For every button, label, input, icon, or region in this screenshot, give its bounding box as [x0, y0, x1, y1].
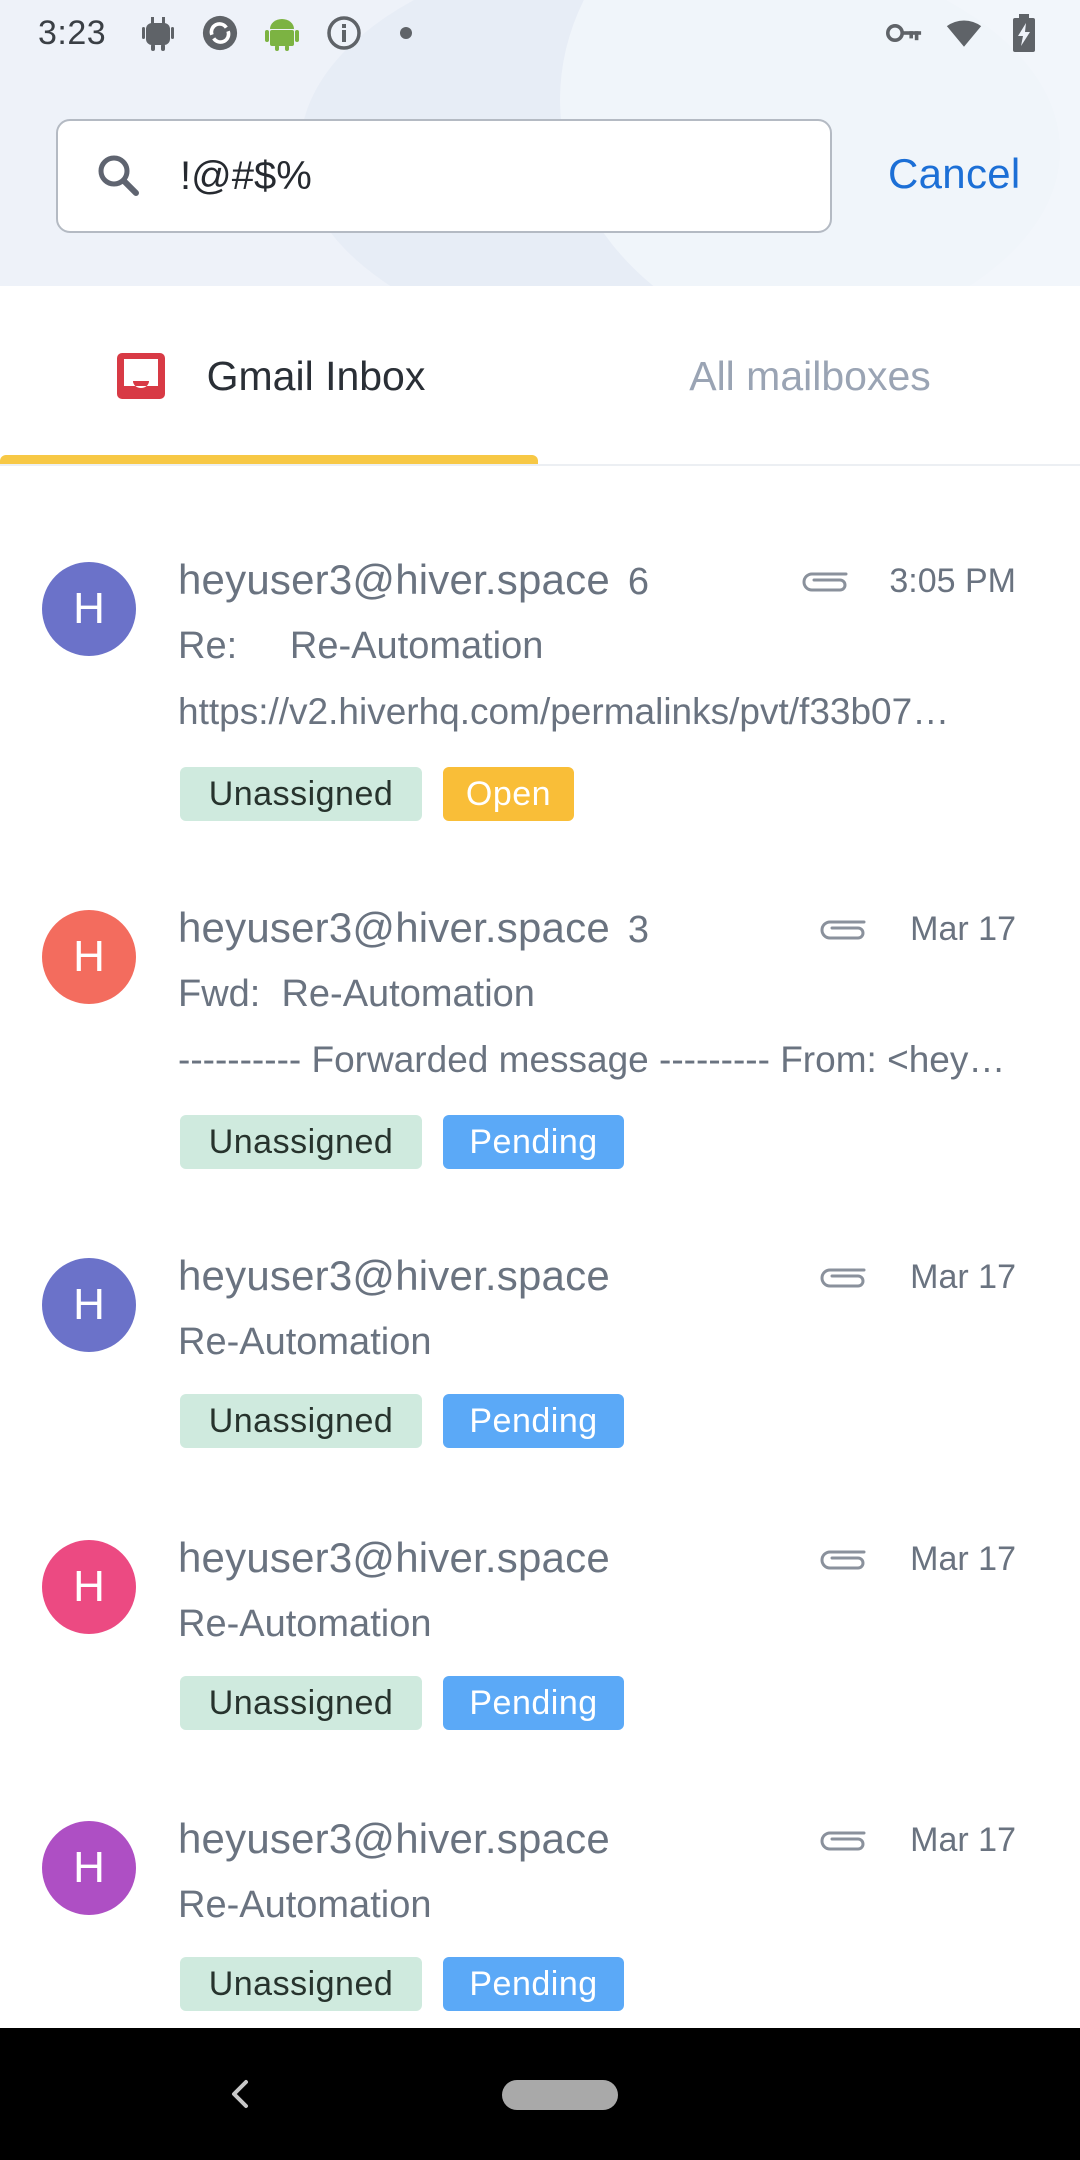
assignee-tag: Unassigned — [180, 1676, 422, 1730]
email-subject: Re: Re-Automation — [178, 625, 544, 667]
assignee-tag: Unassigned — [180, 1115, 422, 1169]
avatar-letter: H — [73, 1562, 105, 1611]
avatar-letter: H — [73, 932, 105, 981]
sender: heyuser3@hiver.space — [178, 1815, 610, 1863]
vpn-key-icon — [886, 15, 922, 51]
header: 3:23 !@#$% Cancel — [0, 0, 1080, 286]
home-button[interactable] — [502, 2080, 618, 2110]
thread-count: 6 — [627, 561, 650, 603]
status-tag: Pending — [443, 1957, 624, 2011]
status-right-icons — [886, 14, 1042, 52]
email-subject: Fwd: Re-Automation — [178, 973, 535, 1015]
search-icon — [98, 155, 139, 196]
email-list: H heyuser3@hiver.space 6 3:05 PM Re: Re-A… — [0, 468, 1080, 2011]
tab-all-mailboxes-label: All mailboxes — [689, 352, 931, 399]
avatar: H — [42, 562, 136, 656]
sync-icon — [202, 15, 238, 51]
avatar: H — [42, 1258, 136, 1352]
sender-email: heyuser3@hiver.space — [178, 1252, 610, 1299]
search-box[interactable] — [56, 119, 832, 233]
status-left-icons — [140, 15, 424, 51]
wifi-icon — [946, 15, 982, 51]
status-tag: Open — [443, 767, 574, 821]
sender-email: heyuser3@hiver.space — [178, 1815, 610, 1862]
android-debug-icon — [140, 15, 176, 51]
status-tag: Pending — [443, 1115, 624, 1169]
avatar-letter: H — [73, 1843, 105, 1892]
sender-email: heyuser3@hiver.space — [178, 904, 610, 951]
tab-all-mailboxes[interactable]: All mailboxes — [540, 286, 1080, 466]
email-date: Mar 17 — [910, 1821, 1016, 1859]
sender-email: heyuser3@hiver.space — [178, 1534, 610, 1581]
attachment-icon — [802, 572, 848, 592]
sender-email: heyuser3@hiver.space — [178, 556, 610, 603]
avatar: H — [42, 1821, 136, 1915]
tab-gmail-inbox-label: Gmail Inbox — [206, 352, 426, 399]
email-preview: ---------- Forwarded message --------- F… — [178, 1039, 1014, 1080]
back-icon[interactable] — [220, 2074, 260, 2114]
email-date: Mar 17 — [910, 1258, 1016, 1296]
attachment-icon — [820, 1831, 866, 1851]
cancel-button[interactable]: Cancel — [888, 150, 1021, 198]
list-item[interactable]: H heyuser3@hiver.space Mar 17 Re-Automat… — [0, 1448, 1080, 1730]
list-item[interactable]: H heyuser3@hiver.space Mar 17 Re-Automat… — [0, 1729, 1080, 2011]
list-item[interactable]: H heyuser3@hiver.space 6 3:05 PM Re: Re-A… — [0, 468, 1080, 821]
email-preview: https://v2.hiverhq.com/permalinks/pvt/f3… — [178, 691, 950, 732]
assignee-tag: Unassigned — [180, 1394, 422, 1448]
status-tag: Pending — [443, 1394, 624, 1448]
info-icon — [326, 15, 362, 51]
assignee-tag: Unassigned — [180, 767, 422, 821]
avatar-letter: H — [73, 1280, 105, 1329]
status-time: 3:23 — [38, 13, 107, 52]
attachment-icon — [820, 1268, 866, 1288]
dot-icon — [388, 15, 424, 51]
email-subject: Re-Automation — [178, 1321, 432, 1363]
email-date: Mar 17 — [910, 1540, 1016, 1578]
email-date: 3:05 PM — [889, 562, 1016, 600]
sender: heyuser3@hiver.space 6 — [178, 556, 649, 604]
list-item[interactable]: H heyuser3@hiver.space 3 Mar 17 Fwd: Re-A… — [0, 818, 1080, 1169]
sender: heyuser3@hiver.space — [178, 1534, 610, 1582]
sender: heyuser3@hiver.space — [178, 1252, 610, 1300]
active-tab-indicator — [0, 455, 538, 464]
status-tag: Pending — [443, 1676, 624, 1730]
assignee-tag: Unassigned — [180, 1957, 422, 2011]
email-date: Mar 17 — [910, 910, 1016, 948]
android-icon — [264, 15, 300, 51]
thread-count: 3 — [627, 909, 650, 951]
avatar: H — [42, 910, 136, 1004]
attachment-icon — [820, 920, 866, 940]
mailbox-tabs: Gmail Inbox All mailboxes — [0, 286, 1080, 466]
battery-charging-icon — [1006, 14, 1042, 52]
attachment-icon — [820, 1550, 866, 1570]
avatar: H — [42, 1540, 136, 1634]
search-input[interactable] — [180, 153, 800, 199]
avatar-letter: H — [73, 584, 105, 633]
status-bar: 3:23 — [0, 0, 1080, 66]
email-subject: Re-Automation — [178, 1603, 432, 1645]
sender: heyuser3@hiver.space 3 — [178, 904, 649, 952]
list-item[interactable]: H heyuser3@hiver.space Mar 17 Re-Automat… — [0, 1166, 1080, 1448]
inbox-icon — [116, 353, 165, 399]
system-nav-bar — [0, 2028, 1080, 2160]
tab-gmail-inbox[interactable]: Gmail Inbox — [0, 286, 540, 466]
email-subject: Re-Automation — [178, 1884, 432, 1926]
